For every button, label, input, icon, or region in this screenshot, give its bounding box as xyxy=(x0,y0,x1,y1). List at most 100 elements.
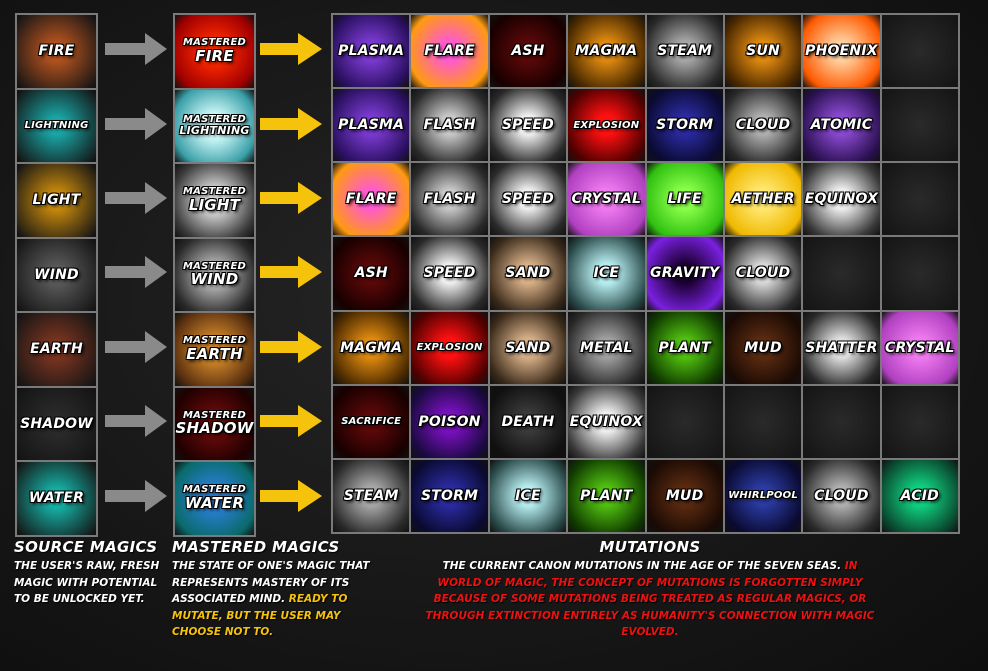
mutation-sacrifice: SACRIFICE xyxy=(333,385,410,458)
mutation-equinox: EQUINOX xyxy=(803,163,880,236)
source-magic-lightning: LIGHTNING xyxy=(17,89,96,162)
mastered-name: WATER xyxy=(184,493,245,512)
mutation-sand: SAND xyxy=(489,311,567,384)
source-magic-fire: FIRE xyxy=(17,15,96,88)
mastered-magics-column: MASTERED FIRE MASTERED LIGHTNING MASTERED LIG… xyxy=(173,13,256,537)
mutation-label: FLASH xyxy=(423,191,476,208)
mastered-name: FIRE xyxy=(195,46,234,65)
mutation-label: CRYSTAL xyxy=(885,339,955,356)
mastered-magic-label: MASTERED WATER xyxy=(183,485,246,511)
arrow-head xyxy=(145,256,167,288)
arrow-head xyxy=(145,182,167,214)
mutation-label: ICE xyxy=(515,487,541,504)
mutation-magma: MAGMA xyxy=(333,311,410,384)
arrow-head xyxy=(298,182,322,214)
source-magics-description: THE USER'S RAW, FRESH MAGIC WITH POTENTI… xyxy=(14,560,160,605)
mutation-label: SHATTER xyxy=(805,339,878,356)
arrow-shaft xyxy=(260,43,300,55)
source-magic-label: SHADOW xyxy=(20,415,93,432)
mastered-magic-label: MASTERED FIRE xyxy=(183,38,246,64)
arrow-shaft xyxy=(105,490,147,502)
arrow-head xyxy=(145,331,167,363)
arrow-shaft xyxy=(260,415,300,427)
mutation-label: LIFE xyxy=(667,191,702,208)
yellow-arrow-icon xyxy=(260,108,322,140)
mutation-label: SPEED xyxy=(423,265,476,282)
mutation-label: CLOUD xyxy=(814,487,869,504)
mutation-sand: SAND xyxy=(489,237,567,310)
mutation-flare: FLARE xyxy=(333,163,410,236)
mutation-steam: STEAM xyxy=(333,459,410,532)
yellow-arrow-icon xyxy=(260,480,322,512)
mutation-mud: MUD xyxy=(646,459,723,532)
mutation-ice: ICE xyxy=(489,459,567,532)
mutation-label: EXPLOSION xyxy=(573,119,640,131)
mutation-label: CLOUD xyxy=(735,265,791,282)
mutations-description-white: THE CURRENT CANON MUTATIONS IN THE AGE O… xyxy=(442,560,842,572)
empty-cell xyxy=(646,385,723,458)
mastered-magic-fire: MASTERED FIRE xyxy=(175,15,254,88)
arrow-head xyxy=(298,480,322,512)
yellow-arrow-icon xyxy=(260,33,322,65)
arrow-head xyxy=(298,405,322,437)
mutation-equinox: EQUINOX xyxy=(568,385,645,458)
mutation-label: POISON xyxy=(418,413,481,430)
mutation-poison: POISON xyxy=(411,385,488,458)
mutation-label: SPEED xyxy=(501,191,554,208)
mutation-plant: PLANT xyxy=(568,459,645,532)
mutations-heading: MUTATIONS xyxy=(599,538,701,556)
arrow-head xyxy=(298,256,322,288)
mutation-storm: STORM xyxy=(646,89,723,162)
yellow-arrow-icon xyxy=(260,256,322,288)
mutation-life: LIFE xyxy=(646,163,723,236)
mutation-label: FLASH xyxy=(423,117,476,134)
mutation-mud: MUD xyxy=(724,311,802,384)
mutation-plasma: PLASMA xyxy=(333,89,410,162)
mutation-label: EXPLOSION xyxy=(416,342,483,354)
gray-arrow-icon xyxy=(105,256,167,288)
arrow-shaft xyxy=(260,266,300,278)
yellow-arrow-icon xyxy=(260,182,322,214)
empty-cell xyxy=(881,15,958,88)
arrow-shaft xyxy=(105,266,147,278)
mastered-magic-lightning: MASTERED LIGHTNING xyxy=(175,89,254,162)
mutation-label: STEAM xyxy=(343,487,399,504)
mutation-metal: METAL xyxy=(568,311,645,384)
mutation-cloud: CLOUD xyxy=(724,237,802,310)
source-magic-label: LIGHT xyxy=(32,192,81,209)
mutation-label: SUN xyxy=(746,43,780,60)
mutation-acid: ACID xyxy=(881,459,958,532)
mutations-description: THE CURRENT CANON MUTATIONS IN THE AGE O… xyxy=(425,558,875,641)
mutation-label: EQUINOX xyxy=(569,413,643,430)
mutation-death: DEATH xyxy=(489,385,567,458)
mastered-magic-label: MASTERED LIGHT xyxy=(183,187,246,213)
mutation-speed: SPEED xyxy=(411,237,488,310)
mutation-steam: STEAM xyxy=(646,15,723,88)
gray-arrow-icon xyxy=(105,331,167,363)
mutation-label: GRAVITY xyxy=(650,265,720,282)
mutations-caption: MUTATIONS THE CURRENT CANON MUTATIONS IN… xyxy=(425,538,875,641)
arrow-shaft xyxy=(260,192,300,204)
mutation-label: ATOMIC xyxy=(810,117,873,134)
mastered-magic-earth: MASTERED EARTH xyxy=(175,313,254,386)
mutation-whirlpool: WHIRLPOOL xyxy=(724,459,802,532)
empty-cell xyxy=(881,163,958,236)
mutation-label: PLASMA xyxy=(338,43,405,60)
mutation-label: STORM xyxy=(420,487,479,504)
mutation-plasma: PLASMA xyxy=(333,15,410,88)
mutation-speed: SPEED xyxy=(489,163,567,236)
mutation-label: ASH xyxy=(354,265,388,282)
mutation-atomic: ATOMIC xyxy=(803,89,880,162)
gray-arrow-icon xyxy=(105,33,167,65)
mutation-label: METAL xyxy=(579,339,633,356)
mastered-magic-shadow: MASTERED SHADOW xyxy=(175,387,254,460)
mutation-label: FLARE xyxy=(345,191,397,208)
empty-cell xyxy=(881,237,958,310)
mutation-flare: FLARE xyxy=(411,15,488,88)
mutation-crystal: CRYSTAL xyxy=(568,163,645,236)
mastered-name: SHADOW xyxy=(175,419,254,438)
arrow-shaft xyxy=(260,341,300,353)
mutation-label: CRYSTAL xyxy=(571,191,642,208)
mutation-label: SAND xyxy=(505,339,551,356)
source-magic-earth: EARTH xyxy=(17,313,96,386)
